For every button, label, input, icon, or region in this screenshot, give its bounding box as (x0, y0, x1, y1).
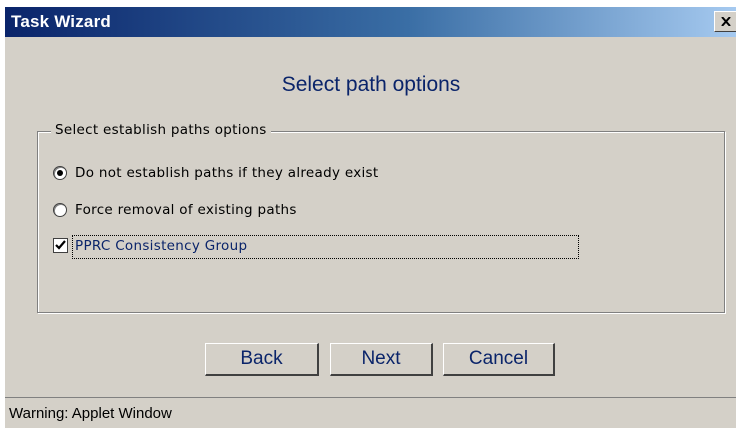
task-wizard-window: Task Wizard Select path options Select e… (4, 6, 736, 428)
close-button[interactable] (714, 11, 736, 32)
page-heading: Select path options (281, 73, 461, 96)
radio-force-removal[interactable] (53, 203, 67, 217)
establish-paths-options-group (37, 131, 725, 313)
radio-selected-dot (57, 170, 63, 176)
checkbox-pprc-consistency-group[interactable] (53, 238, 68, 253)
next-button[interactable]: Next (330, 343, 433, 376)
status-bar: Warning: Applet Window (5, 397, 736, 428)
option-label-do-not-establish[interactable]: Do not establish paths if they already e… (75, 165, 379, 181)
back-button[interactable]: Back (205, 343, 319, 376)
group-legend: Select establish paths options (51, 122, 271, 138)
option-label-pprc-consistency-group[interactable]: PPRC Consistency Group (75, 238, 247, 254)
checkmark-icon (55, 240, 66, 250)
radio-do-not-establish[interactable] (53, 166, 67, 180)
window-title: Task Wizard (11, 12, 111, 31)
option-label-force-removal[interactable]: Force removal of existing paths (75, 202, 297, 218)
title-bar[interactable]: Task Wizard (5, 7, 736, 37)
close-icon (720, 17, 731, 26)
cancel-button[interactable]: Cancel (443, 343, 555, 376)
status-warning-text: Warning: Applet Window (9, 405, 172, 422)
